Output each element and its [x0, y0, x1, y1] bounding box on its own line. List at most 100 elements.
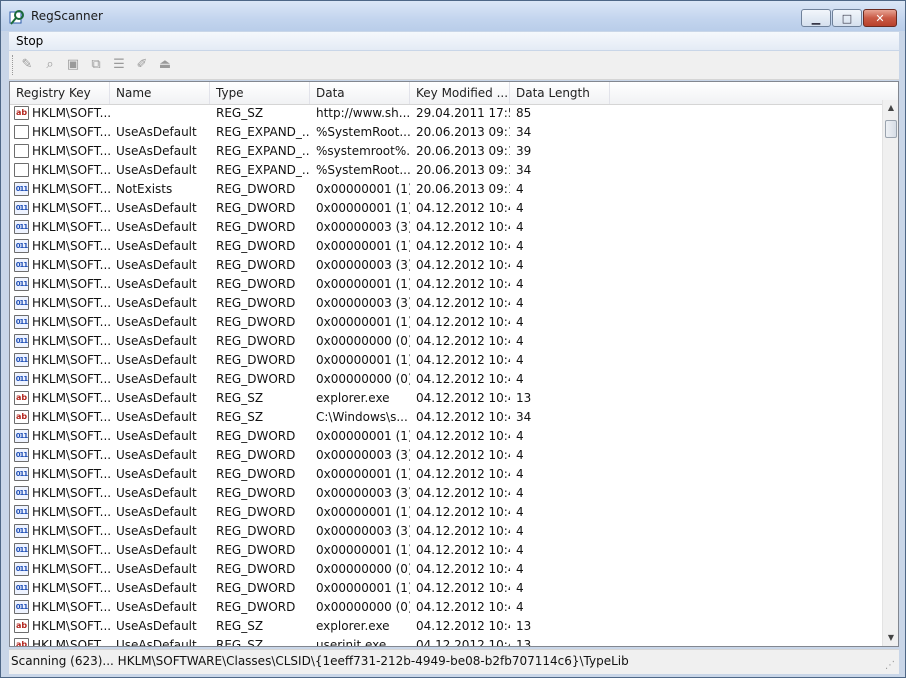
data-cell: userinit.exe — [316, 638, 387, 647]
key-modified-cell: 04.12.2012 10:4... — [416, 353, 510, 367]
registry-key-cell: HKLM\SOFT... — [32, 182, 110, 196]
registry-key-cell: HKLM\SOFT... — [32, 353, 110, 367]
toolbar-grip[interactable] — [12, 55, 15, 75]
column-name[interactable]: Name — [110, 82, 210, 104]
data-cell: 0x00000001 (1) — [316, 505, 410, 519]
type-cell: REG_DWORD — [216, 372, 296, 386]
scroll-thumb[interactable] — [885, 120, 897, 138]
table-row[interactable]: 011 HKLM\SOFT... UseAsDefault REG_DWORD 0x00… — [10, 332, 882, 351]
registry-key-cell: HKLM\SOFT... — [32, 619, 110, 633]
table-row[interactable]: 011 HKLM\SOFT... UseAsDefault REG_DWORD 0x00… — [10, 275, 882, 294]
column-data[interactable]: Data — [310, 82, 410, 104]
table-row[interactable]: 011 HKLM\SOFT... UseAsDefault REG_DWORD 0x00… — [10, 465, 882, 484]
table-row[interactable]: 011 HKLM\SOFT... NotExists REG_DWORD 0x00000… — [10, 180, 882, 199]
table-row[interactable]: 011 HKLM\SOFT... UseAsDefault REG_DWORD 0x00… — [10, 579, 882, 598]
key-modified-cell: 04.12.2012 10:4... — [416, 543, 510, 557]
name-cell: UseAsDefault — [116, 600, 197, 614]
maximize-button[interactable]: □ — [832, 9, 862, 27]
table-row[interactable]: 011 HKLM\SOFT... UseAsDefault REG_DWORD 0x00… — [10, 370, 882, 389]
column-type[interactable]: Type — [210, 82, 310, 104]
table-row[interactable]: HKLM\SOFT... UseAsDefault REG_EXPAND_... %s… — [10, 142, 882, 161]
table-row[interactable]: 011 HKLM\SOFT... UseAsDefault REG_DWORD 0x00… — [10, 294, 882, 313]
menu-stop[interactable]: Stop — [16, 34, 43, 48]
table-row[interactable]: 011 HKLM\SOFT... UseAsDefault REG_DWORD 0x00… — [10, 484, 882, 503]
data-length-cell: 4 — [516, 258, 524, 272]
table-row[interactable]: 011 HKLM\SOFT... UseAsDefault REG_DWORD 0x00… — [10, 598, 882, 617]
status-bar: Scanning (623)... HKLM\SOFTWARE\Classes\… — [9, 649, 899, 674]
key-modified-cell: 04.12.2012 10:4... — [416, 600, 510, 614]
data-cell: 0x00000003 (3) — [316, 220, 410, 234]
data-length-cell: 34 — [516, 163, 532, 177]
key-modified-cell: 04.12.2012 10:4... — [416, 638, 510, 647]
table-row[interactable]: ab HKLM\SOFT... UseAsDefault REG_SZ explorer… — [10, 389, 882, 408]
table-row[interactable]: 011 HKLM\SOFT... UseAsDefault REG_DWORD 0x00… — [10, 218, 882, 237]
registry-key-cell: HKLM\SOFT... — [32, 296, 110, 310]
data-length-cell: 4 — [516, 239, 524, 253]
data-cell: 0x00000001 (1) — [316, 543, 410, 557]
scroll-up-icon[interactable]: ▲ — [883, 100, 898, 116]
scroll-down-icon[interactable]: ▼ — [883, 630, 898, 646]
table-row[interactable]: ab HKLM\SOFT... UseAsDefault REG_SZ explorer… — [10, 617, 882, 636]
exit-icon[interactable]: ⏏ — [157, 57, 173, 73]
table-row[interactable]: 011 HKLM\SOFT... UseAsDefault REG_DWORD 0x00… — [10, 351, 882, 370]
name-cell: UseAsDefault — [116, 429, 197, 443]
registry-key-cell: HKLM\SOFT... — [32, 239, 110, 253]
table-row[interactable]: ab HKLM\SOFT... UseAsDefault REG_SZ userinit… — [10, 636, 882, 647]
type-cell: REG_SZ — [216, 619, 264, 633]
name-cell: UseAsDefault — [116, 201, 197, 215]
title-bar[interactable]: RegScanner ▁ □ ✕ — [1, 1, 905, 31]
window-title: RegScanner — [31, 9, 103, 23]
table-row[interactable]: HKLM\SOFT... UseAsDefault REG_EXPAND_... %S… — [10, 123, 882, 142]
table-row[interactable]: ab HKLM\SOFT... REG_SZ http://www.sh... 29.0… — [10, 104, 882, 123]
key-modified-cell: 04.12.2012 10:4... — [416, 372, 510, 386]
data-cell: 0x00000001 (1) — [316, 315, 410, 329]
table-row[interactable]: 011 HKLM\SOFT... UseAsDefault REG_DWORD 0x00… — [10, 313, 882, 332]
registry-key-cell: HKLM\SOFT... — [32, 543, 110, 557]
registry-key-cell: HKLM\SOFT... — [32, 429, 110, 443]
copy-icon[interactable]: ⧉ — [88, 57, 104, 73]
registry-key-cell: HKLM\SOFT... — [32, 163, 110, 177]
table-row[interactable]: 011 HKLM\SOFT... UseAsDefault REG_DWORD 0x00… — [10, 541, 882, 560]
key-modified-cell: 04.12.2012 10:4... — [416, 410, 510, 424]
type-cell: REG_DWORD — [216, 486, 296, 500]
key-modified-cell: 04.12.2012 10:4... — [416, 524, 510, 538]
key-modified-cell: 04.12.2012 10:4... — [416, 201, 510, 215]
registry-key-cell: HKLM\SOFT... — [32, 315, 110, 329]
registry-list[interactable]: Registry Key Name Type Data Key Modified… — [9, 81, 899, 647]
table-row[interactable]: 011 HKLM\SOFT... UseAsDefault REG_DWORD 0x00… — [10, 522, 882, 541]
table-row[interactable]: ab HKLM\SOFT... UseAsDefault REG_SZ C:\Windo… — [10, 408, 882, 427]
data-cell: http://www.sh... — [316, 106, 410, 120]
save-icon[interactable]: ▣ — [65, 57, 81, 73]
column-data-length[interactable]: Data Length — [510, 82, 610, 104]
table-row[interactable]: 011 HKLM\SOFT... UseAsDefault REG_DWORD 0x00… — [10, 427, 882, 446]
table-row[interactable]: 011 HKLM\SOFT... UseAsDefault REG_DWORD 0x00… — [10, 199, 882, 218]
regedit-icon[interactable]: ✐ — [134, 57, 150, 73]
properties-icon[interactable]: ☰ — [111, 57, 127, 73]
table-row[interactable]: 011 HKLM\SOFT... UseAsDefault REG_DWORD 0x00… — [10, 503, 882, 522]
vertical-scrollbar[interactable]: ▲ ▼ — [882, 100, 898, 646]
find-icon[interactable]: ⌕ — [42, 57, 58, 73]
data-length-cell: 13 — [516, 619, 532, 633]
key-modified-cell: 04.12.2012 10:4... — [416, 334, 510, 348]
table-row[interactable]: 011 HKLM\SOFT... UseAsDefault REG_DWORD 0x00… — [10, 560, 882, 579]
table-row[interactable]: 011 HKLM\SOFT... UseAsDefault REG_DWORD 0x00… — [10, 446, 882, 465]
column-registry-key[interactable]: Registry Key — [10, 82, 110, 104]
type-cell: REG_SZ — [216, 410, 264, 424]
minimize-button[interactable]: ▁ — [801, 9, 831, 27]
registry-key-cell: HKLM\SOFT... — [32, 144, 110, 158]
column-key-modified[interactable]: Key Modified ... — [410, 82, 510, 104]
type-cell: REG_DWORD — [216, 600, 296, 614]
regscanner-app-icon — [9, 10, 24, 25]
data-length-cell: 4 — [516, 543, 524, 557]
table-row[interactable]: 011 HKLM\SOFT... UseAsDefault REG_DWORD 0x00… — [10, 237, 882, 256]
key-modified-cell: 20.06.2013 09:1... — [416, 125, 510, 139]
data-length-cell: 4 — [516, 220, 524, 234]
resize-grip-icon[interactable]: ⋰ — [885, 660, 897, 672]
close-button[interactable]: ✕ — [863, 9, 897, 27]
table-row[interactable]: 011 HKLM\SOFT... UseAsDefault REG_DWORD 0x00… — [10, 256, 882, 275]
registry-key-cell: HKLM\SOFT... — [32, 600, 110, 614]
scan-icon[interactable]: ✎ — [19, 57, 35, 73]
table-row[interactable]: HKLM\SOFT... UseAsDefault REG_EXPAND_... %S… — [10, 161, 882, 180]
key-modified-cell: 20.06.2013 09:1... — [416, 182, 510, 196]
type-cell: REG_DWORD — [216, 429, 296, 443]
